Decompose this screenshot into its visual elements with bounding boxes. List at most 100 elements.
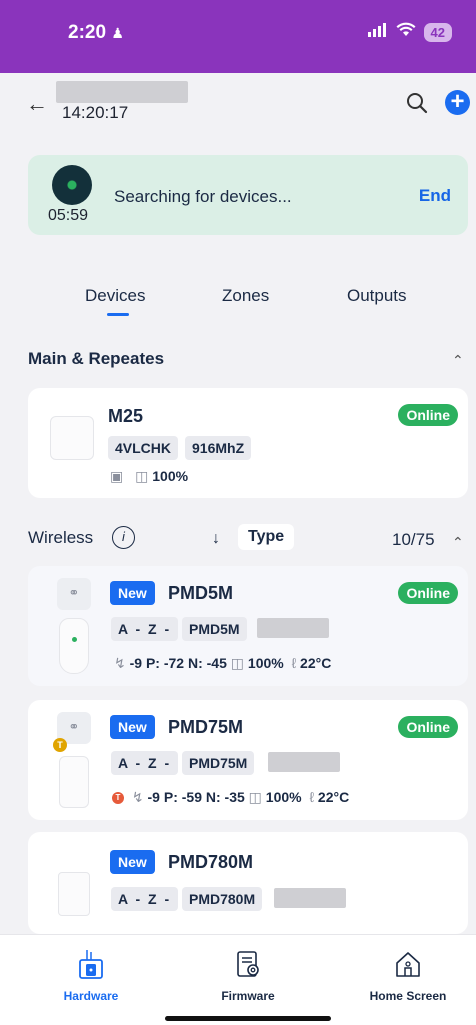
separator: - — [164, 891, 172, 907]
search-timer: 05:59 — [48, 207, 89, 224]
area-label: A — [118, 755, 130, 771]
sort-type-button[interactable]: Type — [238, 524, 295, 550]
battery-level: 100% — [265, 789, 302, 805]
header-clock: 14:20:17 — [62, 103, 129, 122]
led-indicator — [72, 637, 77, 642]
home-indicator — [165, 1016, 331, 1021]
battery-icon: ◫ — [135, 468, 149, 484]
wifi-icon — [396, 22, 416, 42]
signal-value: -9 — [147, 789, 160, 805]
p-value: P: -72 — [145, 655, 185, 671]
nav-hardware-label: Hardware — [63, 989, 119, 1003]
area-label: A — [118, 891, 130, 907]
device-name: M25 — [108, 406, 144, 426]
tamper-icon: T — [53, 738, 67, 752]
wireless-device-card[interactable]: ⚭ New PMD5M Online A - Z - PMD5M ↯ -9 P:… — [28, 566, 468, 686]
tab-devices[interactable]: Devices — [85, 286, 145, 306]
battery-icon: ◫ — [248, 789, 262, 805]
bottom-navigation: Hardware Firmware Home Screen — [0, 934, 476, 1025]
device-name: PMD780M — [168, 852, 254, 872]
sensor-device-image — [58, 872, 90, 916]
search-banner: 05:59 Searching for devices... End — [28, 155, 468, 235]
hardware-icon — [58, 947, 124, 981]
nav-home-screen[interactable]: Home Screen — [362, 947, 454, 1003]
device-stats: T ↯ -9 P: -59 N: -35 ◫ 100% ℓ 22°C — [112, 789, 349, 806]
separator: - — [164, 755, 172, 771]
nav-home-label: Home Screen — [369, 989, 447, 1003]
model-chip: PMD5M — [182, 617, 247, 641]
status-time: 2:20 ♟ — [68, 22, 124, 44]
n-value: N: -45 — [187, 655, 227, 671]
tab-outputs[interactable]: Outputs — [347, 286, 407, 306]
nav-hardware[interactable]: Hardware — [58, 947, 124, 1003]
collapse-chevron-icon[interactable]: ⌃ — [452, 534, 464, 551]
area-label: A — [118, 621, 130, 637]
new-badge: New — [110, 581, 155, 605]
radar-icon — [52, 165, 92, 205]
nav-firmware-label: Firmware — [221, 989, 275, 1003]
back-arrow-icon[interactable]: ← — [26, 91, 48, 117]
n-value: N: -35 — [205, 789, 245, 805]
main-section-title: Main & Repeates — [28, 349, 165, 368]
zone-chip: A - Z - — [111, 887, 179, 911]
nav-firmware[interactable]: Firmware — [210, 947, 286, 1003]
sort-arrow-icon[interactable]: ↓ — [212, 530, 220, 548]
redacted-field — [268, 752, 340, 772]
search-message: Searching for devices... — [114, 187, 292, 206]
search-icon[interactable] — [406, 92, 428, 119]
separator: - — [164, 621, 172, 637]
separator: - — [135, 621, 143, 637]
wireless-device-card[interactable]: ⚭ T New PMD75M Online A - Z - PMD75M T ↯… — [28, 700, 468, 820]
tab-indicator — [107, 313, 129, 316]
model-chip: PMD75M — [182, 751, 255, 775]
pir-sensor-icon: ⚭ — [57, 578, 91, 610]
model-chip: PMD780M — [182, 887, 263, 911]
device-stats: ↯ -9 P: -72 N: -45 ◫ 100% ℓ 22°C — [114, 655, 331, 672]
add-icon[interactable]: + — [445, 90, 470, 115]
battery-level: 100% — [152, 468, 189, 484]
status-time-text: 2:20 — [68, 22, 107, 43]
device-name: PMD5M — [168, 583, 234, 603]
signal-bolt-icon: ↯ — [131, 789, 144, 805]
status-bar: 2:20 ♟ 42 — [0, 0, 476, 73]
redacted-field — [274, 888, 346, 908]
frequency-chip: 916MhZ — [185, 436, 252, 460]
cellular-signal-icon — [367, 22, 388, 42]
redacted-title — [56, 81, 188, 103]
device-stats: ▣ ◫ 100% — [110, 468, 188, 485]
zone-label: Z — [148, 891, 159, 907]
info-icon[interactable]: i — [112, 526, 135, 549]
device-name: PMD75M — [168, 717, 244, 737]
hub-device-image — [50, 416, 94, 460]
battery-indicator: 42 — [423, 22, 452, 42]
thermometer-icon: ℓ — [291, 655, 297, 671]
temperature: 22°C — [300, 655, 332, 671]
firmware-icon — [210, 947, 286, 981]
end-search-button[interactable]: End — [419, 186, 451, 206]
tamper-alert-icon: T — [112, 792, 124, 805]
status-badge: Online — [398, 582, 458, 604]
signal-bolt-icon: ↯ — [114, 655, 126, 671]
collapse-chevron-icon[interactable]: ⌃ — [452, 352, 464, 369]
home-icon — [362, 947, 454, 981]
wireless-device-card[interactable]: New PMD780M A - Z - PMD780M — [28, 832, 468, 934]
redacted-field — [257, 618, 329, 638]
zone-label: Z — [148, 621, 159, 637]
separator: - — [135, 891, 143, 907]
person-icon: ♟ — [111, 25, 124, 41]
p-value: P: -59 — [163, 789, 202, 805]
new-badge: New — [110, 715, 155, 739]
motion-detector-image — [59, 756, 89, 808]
signal-box-icon: ▣ — [110, 468, 124, 484]
status-icons: 42 — [367, 22, 452, 42]
device-id-chip: 4VLCHK — [108, 436, 179, 460]
tab-zones[interactable]: Zones — [222, 286, 269, 306]
wireless-section-title: Wireless — [28, 528, 94, 547]
separator: - — [135, 755, 143, 771]
top-bar: ← 14:20:17 + — [0, 73, 476, 143]
zone-label: Z — [148, 755, 159, 771]
tab-bar: Devices Zones Outputs — [0, 286, 476, 326]
zone-chip: A - Z - — [111, 751, 179, 775]
main-device-card[interactable]: M25 Online 4VLCHK 916MhZ ▣ ◫ 100% — [28, 388, 468, 498]
status-badge: Online — [398, 716, 458, 738]
